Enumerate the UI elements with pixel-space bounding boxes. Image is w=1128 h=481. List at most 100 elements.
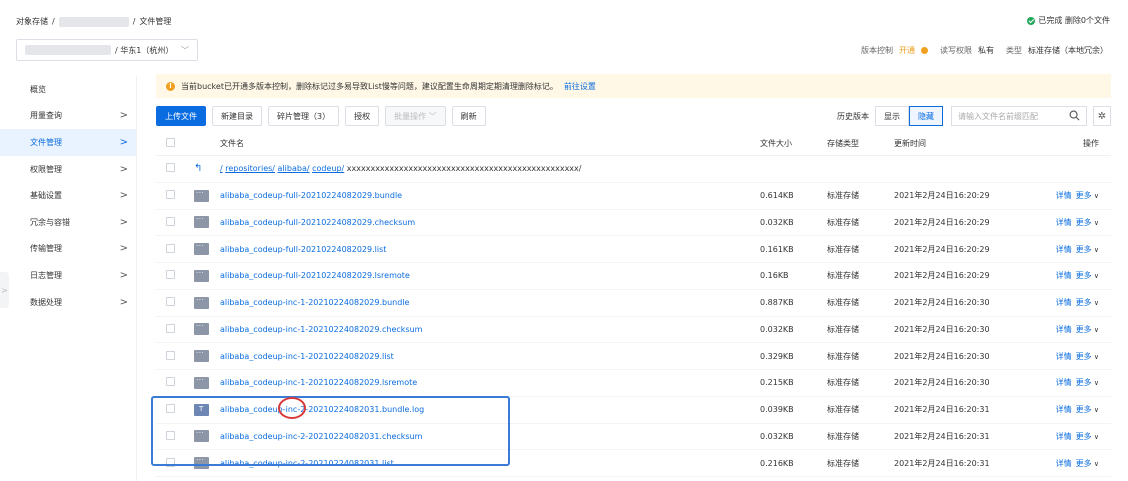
- sidebar-item-overview[interactable]: 概览: [0, 76, 136, 103]
- search-input[interactable]: 请输入文件名前缀匹配: [951, 106, 1087, 126]
- gear-icon[interactable]: ✲: [1093, 106, 1111, 126]
- more-dropdown[interactable]: 更多: [1076, 217, 1099, 228]
- table-row[interactable]: alibaba_codeup-inc-1-20210224082029.chec…: [156, 317, 1111, 344]
- more-dropdown[interactable]: 更多: [1076, 458, 1099, 469]
- update-time: 2021年2月24日16:20:29: [894, 217, 990, 227]
- header-file-size: 文件大小: [760, 139, 792, 148]
- detail-link[interactable]: 详情: [1056, 244, 1072, 255]
- sidebar-item-logs[interactable]: 日志管理 >: [0, 262, 136, 289]
- bucket-selector[interactable]: / 华东1（杭州） ﹀: [16, 39, 198, 61]
- file-name-link[interactable]: alibaba_codeup-full-20210224082029.bundl…: [220, 191, 760, 200]
- more-dropdown[interactable]: 更多: [1076, 431, 1099, 442]
- file-name-link[interactable]: alibaba_codeup-inc-1-20210224082029.bund…: [220, 298, 760, 307]
- row-checkbox[interactable]: [166, 350, 175, 360]
- detail-link[interactable]: 详情: [1056, 431, 1072, 442]
- header-operations: 操作: [1083, 139, 1099, 148]
- detail-link[interactable]: 详情: [1056, 297, 1072, 308]
- file-size: 0.032KB: [760, 217, 794, 227]
- row-checkbox[interactable]: [166, 243, 175, 253]
- detail-link[interactable]: 详情: [1056, 377, 1072, 388]
- version-control-label: 版本控制: [861, 46, 893, 55]
- row-checkbox[interactable]: [166, 216, 175, 226]
- detail-link[interactable]: 详情: [1056, 217, 1072, 228]
- detail-link[interactable]: 详情: [1056, 458, 1072, 469]
- history-hide-toggle[interactable]: 隐藏: [909, 106, 943, 126]
- sidebar-item-label: 传输管理: [30, 244, 62, 254]
- row-checkbox[interactable]: [166, 270, 175, 280]
- detail-link[interactable]: 详情: [1056, 324, 1072, 335]
- row-checkbox[interactable]: [166, 190, 175, 200]
- warning-icon[interactable]: [921, 47, 928, 54]
- more-dropdown[interactable]: 更多: [1076, 404, 1099, 415]
- detail-link[interactable]: 详情: [1056, 270, 1072, 281]
- row-checkbox[interactable]: [166, 297, 175, 307]
- authorize-button[interactable]: 授权: [345, 106, 380, 126]
- chevron-right-icon: >: [119, 296, 128, 308]
- file-name-link[interactable]: alibaba_codeup-inc-1-20210224082029.list: [220, 352, 760, 361]
- more-dropdown[interactable]: 更多: [1076, 377, 1099, 388]
- row-checkbox[interactable]: [166, 377, 175, 387]
- sidebar-item-label: 文件管理: [30, 137, 62, 147]
- more-dropdown[interactable]: 更多: [1076, 244, 1099, 255]
- batch-operations-dropdown[interactable]: 批量操作 ﹀: [385, 106, 446, 126]
- history-show-toggle[interactable]: 显示: [875, 106, 909, 126]
- sidebar-collapse-handle[interactable]: >: [0, 272, 9, 308]
- file-name-link[interactable]: alibaba_codeup-full-20210224082029.lsrem…: [220, 271, 760, 280]
- new-directory-button[interactable]: 新建目录: [212, 106, 262, 126]
- file-size: 0.161KB: [760, 244, 794, 254]
- table-row[interactable]: alibaba_codeup-inc-1-20210224082029.lsre…: [156, 370, 1111, 397]
- row-icon-cell: [194, 349, 220, 363]
- update-time: 2021年2月24日16:20:31: [894, 405, 990, 415]
- more-dropdown[interactable]: 更多: [1076, 351, 1099, 362]
- table-row[interactable]: alibaba_codeup-full-20210224082029.lsrem…: [156, 263, 1111, 290]
- search-icon[interactable]: [1069, 110, 1080, 121]
- sidebar-item-redundancy[interactable]: 冗余与容错 >: [0, 209, 136, 236]
- table-row[interactable]: alibaba_codeup-full-20210224082029.list0…: [156, 236, 1111, 263]
- detail-link[interactable]: 详情: [1056, 404, 1072, 415]
- row-checkbox[interactable]: [166, 163, 175, 173]
- chevron-right-icon: >: [119, 136, 128, 148]
- file-name-link[interactable]: alibaba_codeup-inc-1-20210224082029.chec…: [220, 325, 760, 334]
- notice-settings-link[interactable]: 前往设置: [564, 81, 596, 92]
- storage-type: 标准存储: [827, 298, 859, 308]
- row-operations: 详情 更多: [1044, 458, 1099, 469]
- history-version-label: 历史版本: [837, 111, 869, 121]
- sidebar-item-basic-settings[interactable]: 基础设置 >: [0, 182, 136, 209]
- row-checkbox-cell: [166, 216, 176, 228]
- more-dropdown[interactable]: 更多: [1076, 297, 1099, 308]
- sidebar: 概览 用量查询 > 文件管理 > 权限管理 > 基础设置 > 冗余与容错 > 传…: [0, 76, 137, 481]
- select-all-checkbox[interactable]: [166, 138, 175, 147]
- upload-button[interactable]: 上传文件: [156, 106, 206, 126]
- sidebar-item-data-processing[interactable]: 数据处理 >: [0, 289, 136, 316]
- path-segment[interactable]: alibaba/: [278, 164, 310, 173]
- more-dropdown[interactable]: 更多: [1076, 190, 1099, 201]
- row-checkbox[interactable]: [166, 323, 175, 333]
- sidebar-item-usage[interactable]: 用量查询 >: [0, 103, 136, 130]
- detail-link[interactable]: 详情: [1056, 190, 1072, 201]
- table-row[interactable]: alibaba_codeup-full-20210224082029.check…: [156, 210, 1111, 237]
- path-root[interactable]: /: [220, 164, 223, 173]
- more-dropdown[interactable]: 更多: [1076, 324, 1099, 335]
- back-arrow-icon[interactable]: ↰: [194, 163, 202, 174]
- table-row[interactable]: alibaba_codeup-full-20210224082029.bundl…: [156, 183, 1111, 210]
- breadcrumb-root[interactable]: 对象存储: [16, 16, 48, 27]
- path-tail: xxxxxxxxxxxxxxxxxxxxxxxxxxxxxxxxxxxxxxxx…: [346, 164, 582, 174]
- storage-type: 标准存储: [827, 271, 859, 281]
- table-row[interactable]: alibaba_codeup-inc-1-20210224082029.list…: [156, 343, 1111, 370]
- file-name-link[interactable]: alibaba_codeup-inc-1-20210224082029.lsre…: [220, 378, 760, 387]
- detail-link[interactable]: 详情: [1056, 351, 1072, 362]
- refresh-button[interactable]: 刷新: [451, 106, 486, 126]
- path-segment[interactable]: repositories/: [225, 164, 275, 173]
- path-segment[interactable]: codeup/: [312, 164, 344, 173]
- sidebar-item-permissions[interactable]: 权限管理 >: [0, 156, 136, 183]
- table-row[interactable]: alibaba_codeup-inc-1-20210224082029.bund…: [156, 290, 1111, 317]
- breadcrumb-bucket-redacted[interactable]: [58, 16, 129, 27]
- sidebar-item-transfer[interactable]: 传输管理 >: [0, 236, 136, 263]
- sidebar-item-file-management[interactable]: 文件管理 >: [0, 129, 136, 156]
- task-status[interactable]: 已完成 删除0个文件: [1027, 15, 1110, 26]
- file-name-link[interactable]: alibaba_codeup-full-20210224082029.list: [220, 245, 760, 254]
- file-name-link[interactable]: alibaba_codeup-full-20210224082029.check…: [220, 218, 760, 227]
- more-dropdown[interactable]: 更多: [1076, 270, 1099, 281]
- fragment-management-button[interactable]: 碎片管理（3）: [268, 106, 340, 126]
- update-time: 2021年2月24日16:20:29: [894, 244, 990, 254]
